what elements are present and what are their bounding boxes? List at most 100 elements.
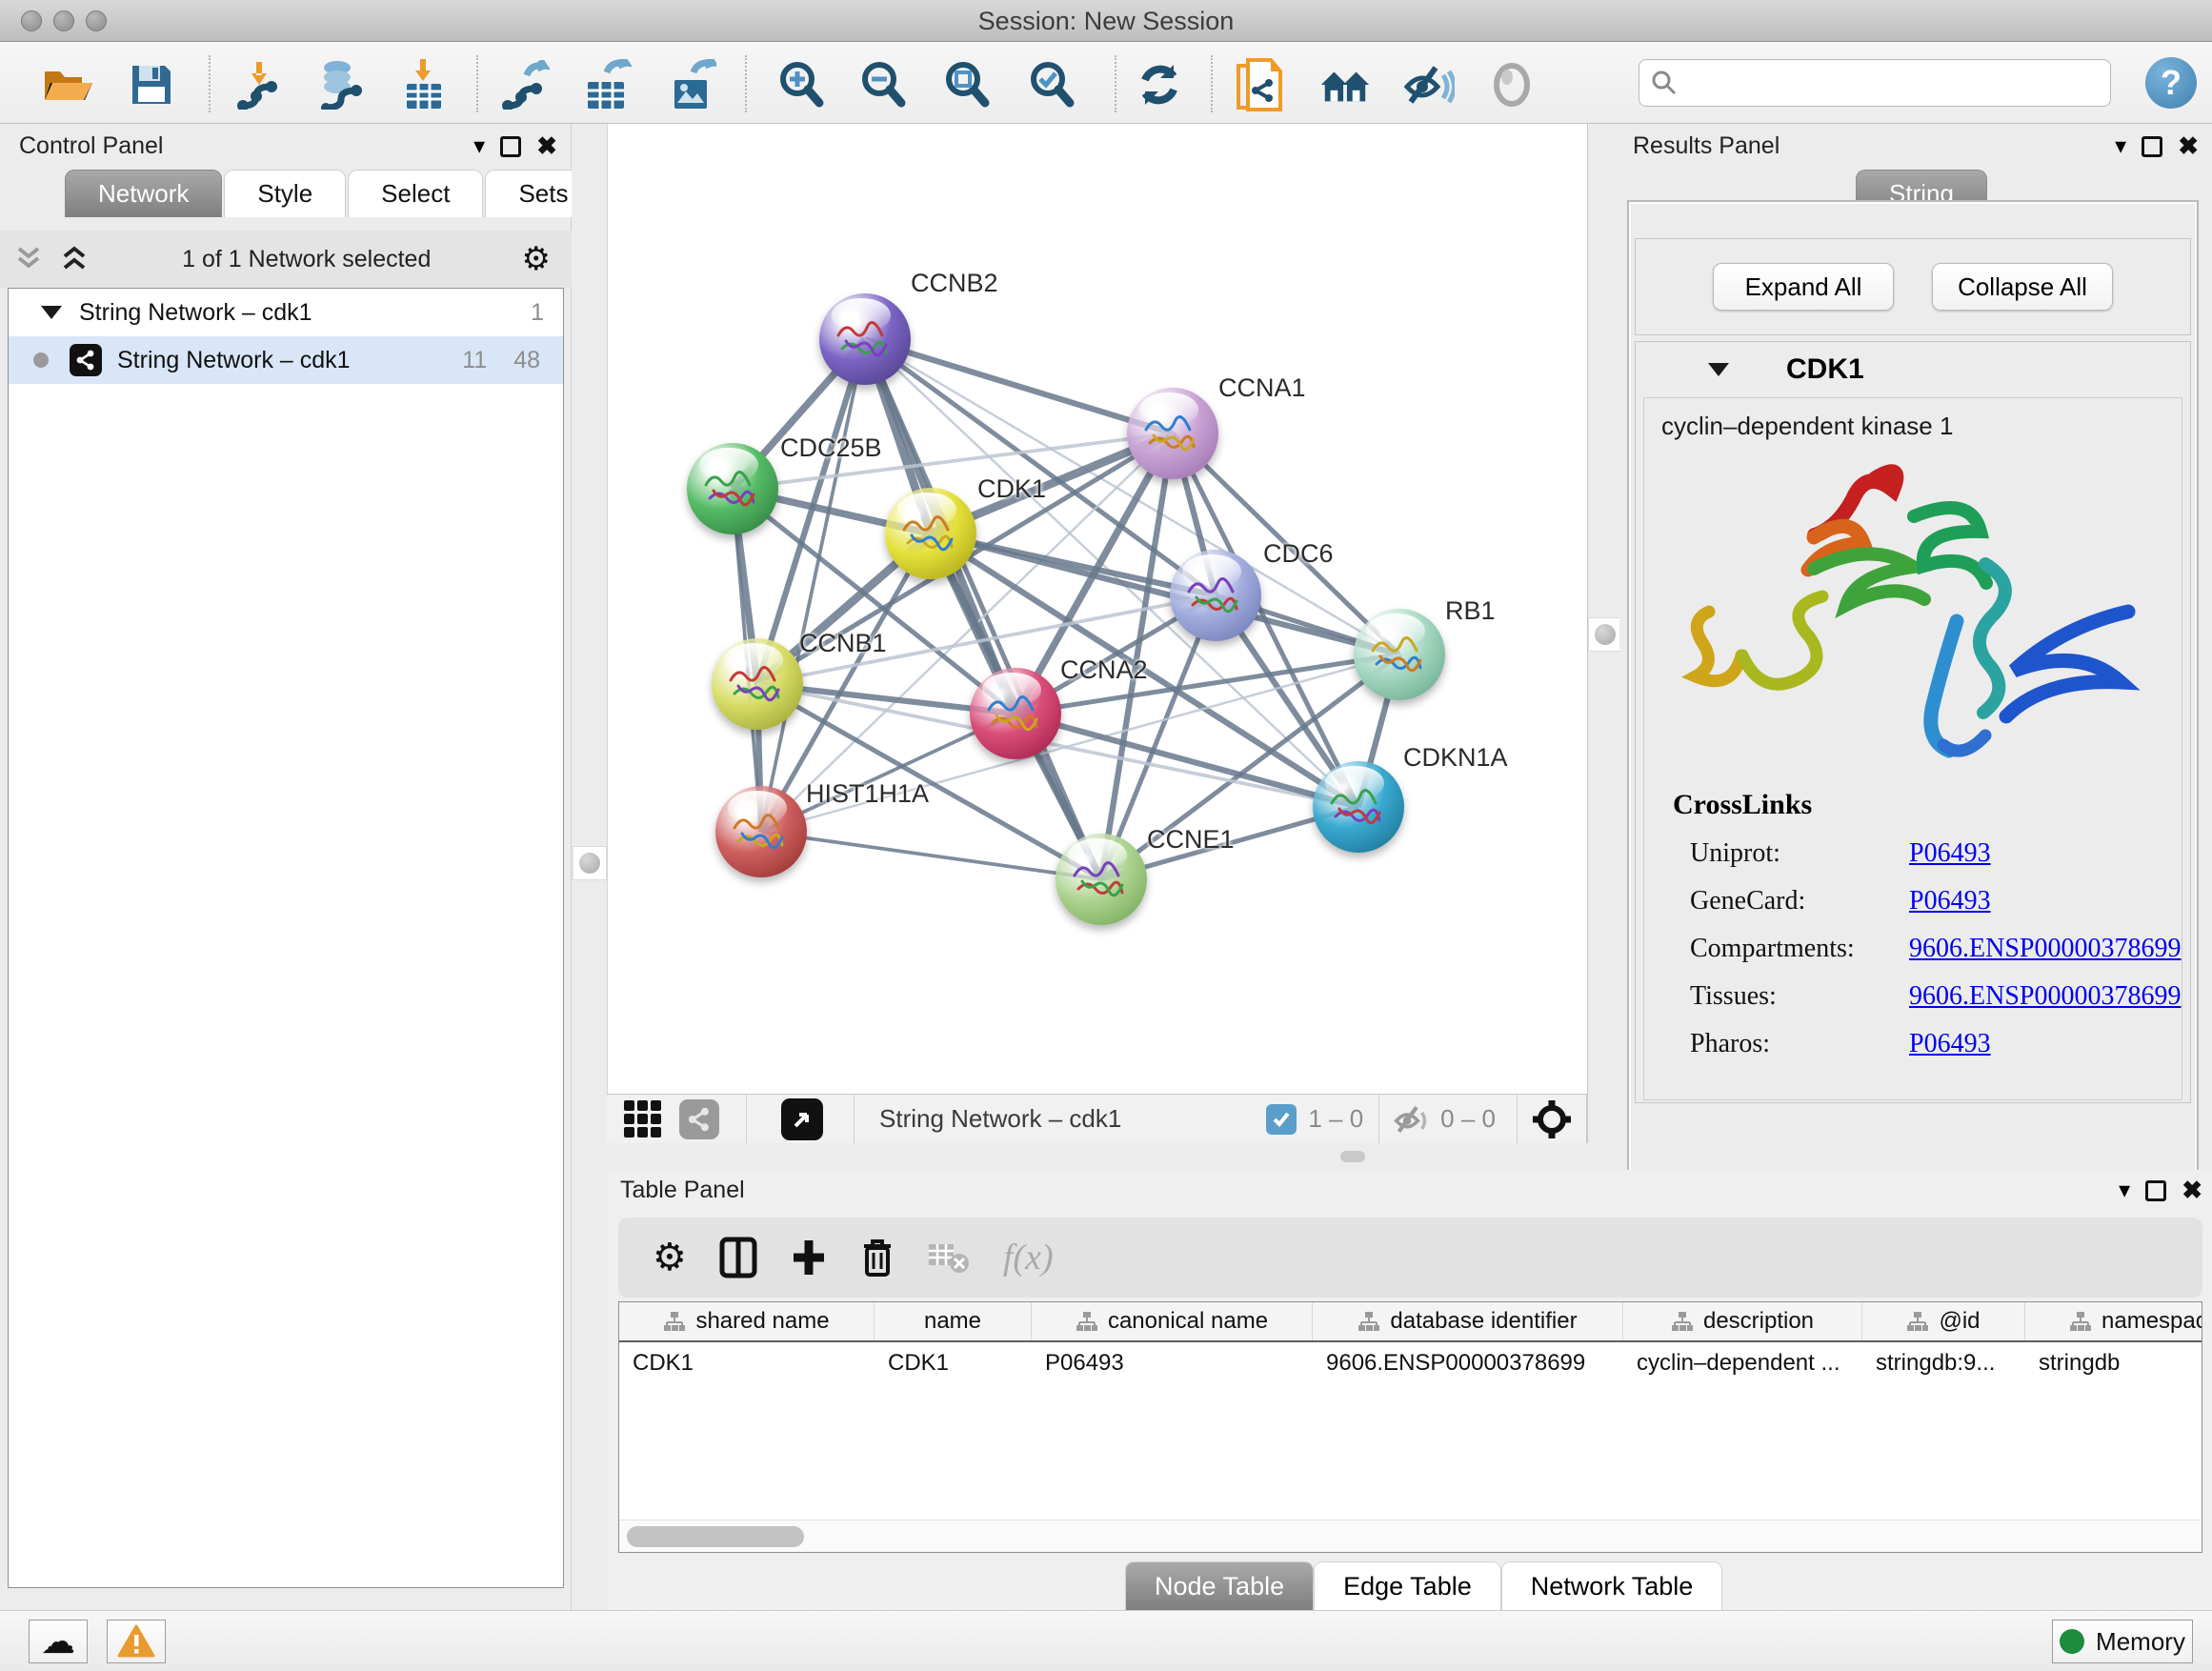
node-CCNA2[interactable]	[970, 668, 1061, 759]
zoom-fit-button[interactable]	[941, 59, 993, 111]
node-CCNE1[interactable]	[1056, 834, 1147, 925]
expand-all-button[interactable]: Expand All	[1713, 263, 1894, 311]
node-RB1[interactable]	[1354, 609, 1445, 700]
save-session-button[interactable]	[126, 59, 177, 111]
table-options-gear-icon[interactable]: ⚙	[653, 1236, 687, 1279]
zoom-out-button[interactable]	[857, 59, 909, 111]
tab-node-table[interactable]: Node Table	[1125, 1561, 1314, 1611]
table-panel-close-icon[interactable]: ✖	[2182, 1176, 2202, 1205]
node-CDK1[interactable]	[885, 488, 976, 579]
tab-network[interactable]: Network	[65, 170, 222, 217]
control-panel-float-icon[interactable]	[500, 136, 521, 157]
edge-CCNB2-CCNA1[interactable]	[865, 339, 1173, 433]
crosshair-icon[interactable]	[1531, 1098, 1573, 1140]
node-label-CDKN1A: CDKN1A	[1403, 743, 1508, 773]
node-CCNB1[interactable]	[712, 638, 803, 730]
results-panel-close-icon[interactable]: ✖	[2178, 131, 2199, 161]
node-CCNB2[interactable]	[819, 293, 911, 385]
table-row[interactable]: CDK1CDK1P064939606.ENSP00000378699cyclin…	[619, 1342, 2202, 1384]
birds-eye-view-icon[interactable]	[781, 1098, 823, 1140]
tab-select[interactable]: Select	[348, 170, 483, 217]
show-eye-button[interactable]	[1486, 59, 1538, 111]
column-header-description[interactable]: description	[1623, 1302, 1862, 1340]
refresh-button[interactable]	[1134, 59, 1185, 111]
zoom-fit-icon	[942, 60, 992, 110]
crosslink-link[interactable]: P06493	[1909, 838, 1991, 869]
results-panel-menu-icon[interactable]: ▾	[2115, 132, 2126, 160]
show-columns-icon[interactable]	[719, 1237, 757, 1278]
network-options-gear-icon[interactable]: ⚙	[522, 240, 551, 278]
crosslinks-rows: Uniprot:P06493GeneCard:P06493Compartment…	[1673, 838, 2181, 1059]
column-header-canonical-name[interactable]: canonical name	[1032, 1302, 1313, 1340]
tab-edge-table[interactable]: Edge Table	[1314, 1561, 1501, 1611]
home-button[interactable]	[1319, 59, 1371, 111]
table-panel-menu-icon[interactable]: ▾	[2119, 1177, 2130, 1204]
network-row-selected[interactable]: String Network – cdk1 11 48	[9, 336, 563, 384]
search-input[interactable]	[1678, 70, 2087, 96]
table-horizontal-scrollbar[interactable]	[619, 1520, 2202, 1552]
column-header-database-identifier[interactable]: database identifier	[1313, 1302, 1623, 1340]
node-CCNA1[interactable]	[1127, 388, 1218, 479]
zoom-selected-button[interactable]	[1026, 59, 1077, 111]
import-network-file-button[interactable]	[233, 59, 285, 111]
node-label-RB1: RB1	[1445, 596, 1496, 626]
memory-button[interactable]: Memory	[2052, 1620, 2193, 1663]
crosslink-link[interactable]: P06493	[1909, 886, 1991, 916]
collapse-triangle-icon[interactable]	[41, 306, 62, 319]
collapse-triangle-icon[interactable]	[1708, 363, 1729, 376]
toolbar-separator	[1517, 1095, 1518, 1144]
node-CDKN1A[interactable]	[1313, 761, 1404, 853]
column-header-shared-name[interactable]: shared name	[619, 1302, 875, 1340]
cloud-status-button[interactable]: ☁	[29, 1620, 88, 1663]
edge-HIST1H1A-CCNE1[interactable]	[761, 832, 1101, 879]
warnings-button[interactable]	[107, 1620, 166, 1663]
hidden-eye-slash-icon[interactable]	[1393, 1103, 1431, 1136]
selected-checkbox-icon[interactable]	[1266, 1104, 1297, 1135]
create-column-plus-icon[interactable]	[790, 1237, 828, 1278]
import-network-database-button[interactable]	[313, 59, 365, 111]
node-CDC25B[interactable]	[687, 443, 778, 534]
expand-all-icon[interactable]	[59, 245, 91, 273]
column-header-@id[interactable]: @id	[1862, 1302, 2025, 1340]
column-header-namespace[interactable]: namespace	[2025, 1302, 2202, 1340]
network-canvas[interactable]: CCNB2 CCNA1 CDC25B CDK1	[607, 124, 1587, 1094]
delete-table-icon-disabled	[927, 1240, 971, 1275]
share-network-icon[interactable]	[679, 1099, 719, 1139]
open-folder-icon	[43, 64, 92, 106]
export-table-button[interactable]	[582, 59, 633, 111]
delete-column-trash-icon[interactable]	[860, 1237, 895, 1278]
left-splitter[interactable]	[572, 124, 607, 1610]
column-header-name[interactable]: name	[875, 1302, 1032, 1340]
collapse-all-button[interactable]: Collapse All	[1932, 263, 2113, 311]
control-panel-close-icon[interactable]: ✖	[536, 131, 557, 161]
horizontal-splitter-handle[interactable]	[1340, 1151, 1365, 1162]
table-panel: Table Panel ▾ ✖ ⚙ f(x) shared n	[607, 1170, 2212, 1610]
export-image-button[interactable]	[667, 59, 718, 111]
right-splitter-handle[interactable]	[1588, 617, 1622, 652]
help-button[interactable]: ?	[2145, 57, 2197, 109]
network-collection-row[interactable]: String Network – cdk1 1	[9, 289, 563, 336]
hide-selected-button[interactable]	[1403, 59, 1455, 111]
control-panel-menu-icon[interactable]: ▾	[473, 132, 485, 160]
results-panel-float-icon[interactable]	[2142, 136, 2162, 157]
crosslink-link[interactable]: P06493	[1909, 1029, 1991, 1059]
string-import-button[interactable]	[1235, 59, 1286, 111]
export-network-button[interactable]	[500, 59, 552, 111]
collapse-all-icon[interactable]	[13, 245, 46, 273]
crosslink-link[interactable]: 9606.ENSP00000378699	[1909, 934, 2181, 964]
tab-style[interactable]: Style	[224, 170, 346, 217]
right-splitter[interactable]	[1587, 124, 1619, 1170]
crosslink-link[interactable]: 9606.ENSP00000378699	[1909, 981, 2181, 1012]
node-CDC6[interactable]	[1170, 550, 1261, 641]
gene-section-header[interactable]: CDK1	[1636, 342, 2190, 397]
grid-view-icon[interactable]	[622, 1098, 664, 1140]
import-table-file-button[interactable]	[398, 59, 450, 111]
edge-CCNB2-HIST1H1A[interactable]	[761, 339, 865, 832]
zoom-in-button[interactable]	[775, 59, 827, 111]
left-splitter-handle[interactable]	[573, 846, 607, 880]
tab-network-table[interactable]: Network Table	[1501, 1561, 1723, 1611]
node-HIST1H1A[interactable]	[715, 786, 807, 877]
open-session-button[interactable]	[42, 59, 93, 111]
scrollbar-thumb[interactable]	[627, 1526, 804, 1547]
table-panel-float-icon[interactable]	[2145, 1180, 2166, 1201]
